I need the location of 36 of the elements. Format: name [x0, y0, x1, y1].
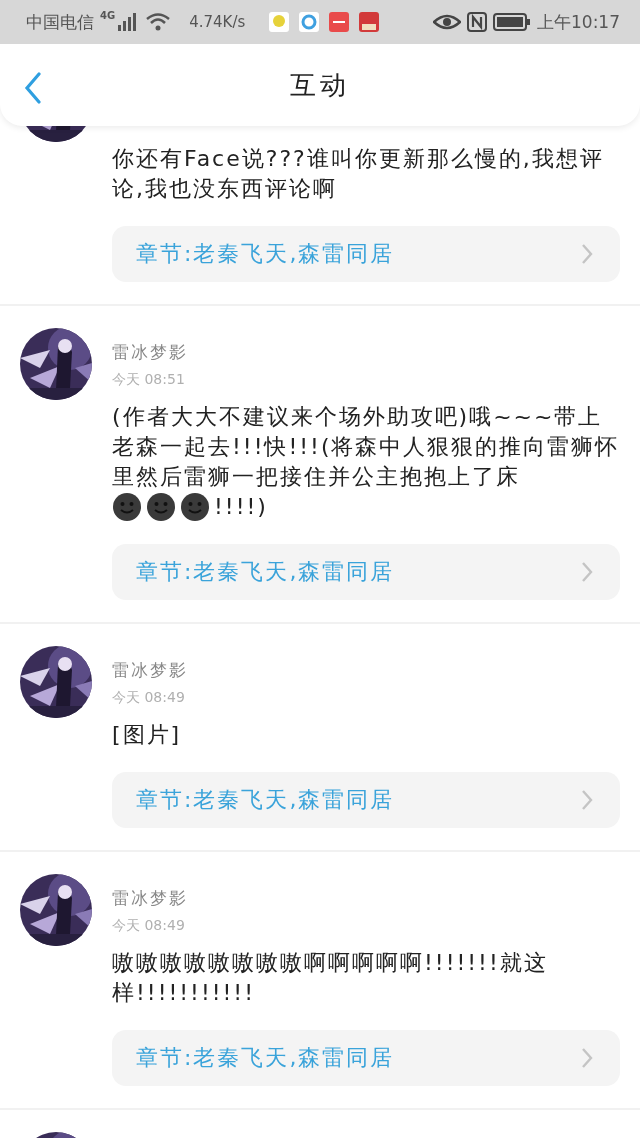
user-name[interactable]: 雷冰梦影	[112, 338, 620, 366]
nfc-icon	[467, 12, 487, 32]
app-notification-icon	[299, 12, 320, 32]
comment-time: 今天 08:51	[112, 370, 186, 389]
user-name[interactable]: 雷冰梦影	[112, 656, 620, 684]
chapter-link[interactable]: 章节:老秦飞天,森雷同居	[112, 772, 620, 828]
comment-time: 今天 08:49	[112, 688, 186, 707]
comment-text: (作者大大不建议来个场外助攻吧)哦~~~带上老森一起去!!!快!!!(将森中人狠狠的推向雷狮怀里然后雷狮一把接住并公主抱抱上了床	[112, 403, 620, 491]
smiley-icon	[146, 492, 176, 522]
user-name[interactable]: 雷冰梦影	[112, 884, 620, 912]
chevron-right-icon	[580, 243, 594, 265]
comment-text: 嗷嗷嗷嗷嗷嗷嗷嗷啊啊啊啊啊!!!!!!!就这样!!!!!!!!!!!	[112, 949, 549, 1007]
chapter-link[interactable]: 章节:老秦飞天,森雷同居	[112, 544, 620, 600]
battery-icon	[493, 12, 531, 32]
app-notification-icon	[359, 12, 380, 32]
clock: 上午10:17	[537, 10, 620, 34]
chapter-link[interactable]: 章节:老秦飞天,森雷同居	[112, 226, 620, 282]
comment-text: [图片]	[112, 721, 182, 749]
carrier-name: 中国电信	[26, 10, 94, 34]
chevron-right-icon	[580, 561, 594, 583]
app-notification-icon	[329, 12, 350, 32]
network-speed: 4.74K/s	[189, 13, 246, 31]
chapter-link[interactable]: 章节:老秦飞天,森雷同居	[112, 1030, 620, 1086]
smiley-icon	[180, 492, 210, 522]
back-icon	[24, 72, 42, 104]
app-notification-icon	[269, 12, 290, 32]
comment-time: 今天 08:49	[112, 916, 186, 935]
smiley-icon	[112, 492, 142, 522]
chevron-right-icon	[580, 1047, 594, 1069]
comment-text: 你还有Face说???谁叫你更新那么慢的,我想评论,我也没东西评论啊	[112, 145, 605, 203]
comment-text: !!!!)	[214, 493, 268, 521]
wifi-icon	[145, 12, 172, 32]
chevron-right-icon	[580, 789, 594, 811]
eye-icon	[433, 13, 461, 31]
network-type: 4G	[100, 10, 116, 21]
page-title: 互动	[290, 68, 350, 102]
